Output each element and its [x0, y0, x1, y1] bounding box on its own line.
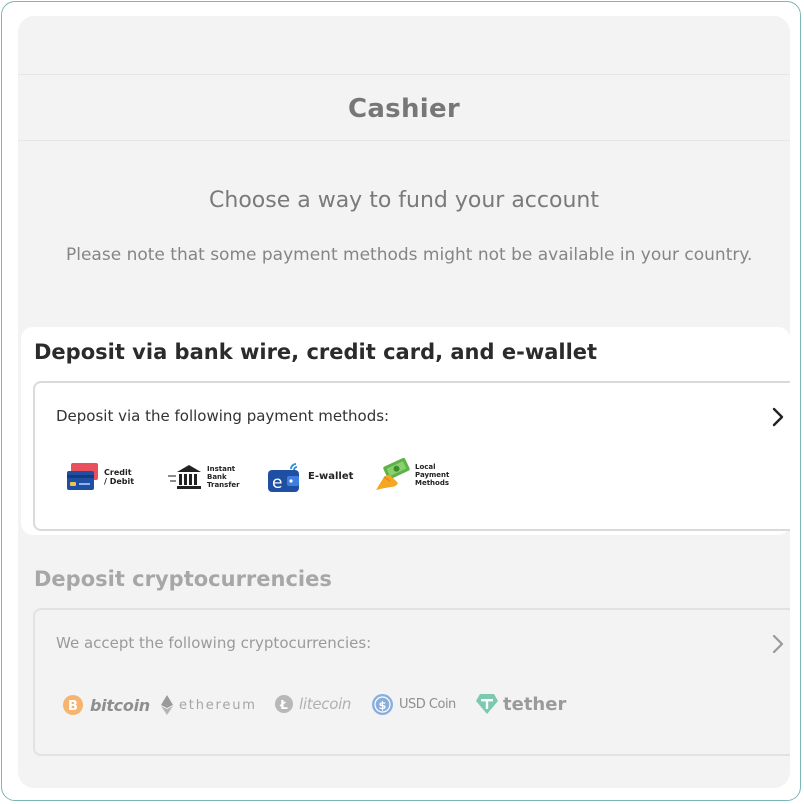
litecoin-label: litecoin: [299, 695, 352, 713]
bank-methods-label: Deposit via the following payment method…: [56, 407, 390, 425]
tether-icon: [476, 694, 498, 714]
payment-method-local: Local Payment Methods: [374, 457, 449, 493]
methods-label-line: Methods: [415, 479, 450, 487]
credit-card-icon: [67, 463, 98, 490]
crypto-litecoin: Ł litecoin: [274, 694, 351, 714]
litecoin-icon: Ł: [275, 695, 293, 713]
local-label-line: Local: [415, 463, 436, 471]
chevron-right-icon[interactable]: [771, 406, 785, 428]
tether-label: tether: [503, 693, 567, 715]
svg-text:$: $: [379, 699, 387, 712]
crypto-bitcoin: B bitcoin: [62, 694, 150, 716]
instant-label-line: Instant: [207, 465, 236, 473]
bank-label-line: Bank: [207, 473, 227, 481]
availability-note: Please note that some payment methods mi…: [66, 245, 753, 265]
header-divider-bottom: [18, 140, 790, 141]
payment-method-e-wallet: e E-wallet: [267, 461, 353, 493]
debit-label-line: / Debit: [104, 477, 135, 486]
svg-text:e: e: [272, 473, 282, 493]
crypto-methods-card[interactable]: We accept the following cryptocurrencies…: [33, 608, 790, 756]
bank-methods-card[interactable]: Deposit via the following payment method…: [33, 381, 790, 531]
local-payment-label: Local Payment Methods: [415, 463, 449, 487]
chevron-right-icon[interactable]: [771, 633, 785, 655]
crypto-ethereum: ethereum: [160, 694, 257, 716]
bank-icon: [168, 465, 201, 489]
svg-text:Ł: Ł: [279, 698, 288, 712]
credit-label-line: Credit: [104, 468, 132, 477]
bitcoin-icon: B: [63, 695, 83, 715]
crypto-usd-coin: $ USD Coin: [371, 693, 456, 716]
svg-text:B: B: [68, 699, 78, 714]
crypto-tether: tether: [475, 693, 566, 715]
cashier-panel: Cashier Choose a way to fund your accoun…: [18, 16, 790, 788]
header-divider-top: [18, 74, 790, 75]
ethereum-icon: [161, 695, 173, 715]
crypto-section-heading: Deposit cryptocurrencies: [34, 567, 332, 591]
payment-method-bank-transfer: Instant Bank Transfer: [168, 462, 240, 492]
usd-coin-label: USD Coin: [399, 697, 456, 712]
payment-method-credit-debit: Credit / Debit: [66, 462, 134, 492]
page-title: Cashier: [347, 94, 461, 124]
cash-hand-icon: [376, 457, 410, 490]
crypto-methods-label: We accept the following cryptocurrencies…: [56, 634, 372, 652]
app-frame: Cashier Choose a way to fund your accoun…: [1, 1, 801, 801]
e-wallet-icon: e: [268, 463, 299, 493]
bank-transfer-label: Instant Bank Transfer: [207, 465, 240, 489]
transfer-label-line: Transfer: [207, 481, 240, 489]
usd-coin-icon: $: [372, 694, 393, 715]
credit-debit-label: Credit / Debit: [104, 468, 134, 486]
page-subtitle: Choose a way to fund your account: [209, 188, 599, 213]
bitcoin-label: bitcoin: [90, 695, 150, 715]
ethereum-label: ethereum: [179, 697, 257, 713]
bank-section-heading: Deposit via bank wire, credit card, and …: [34, 340, 598, 364]
payment-label-line: Payment: [415, 471, 450, 479]
e-wallet-label: E-wallet: [308, 471, 354, 482]
